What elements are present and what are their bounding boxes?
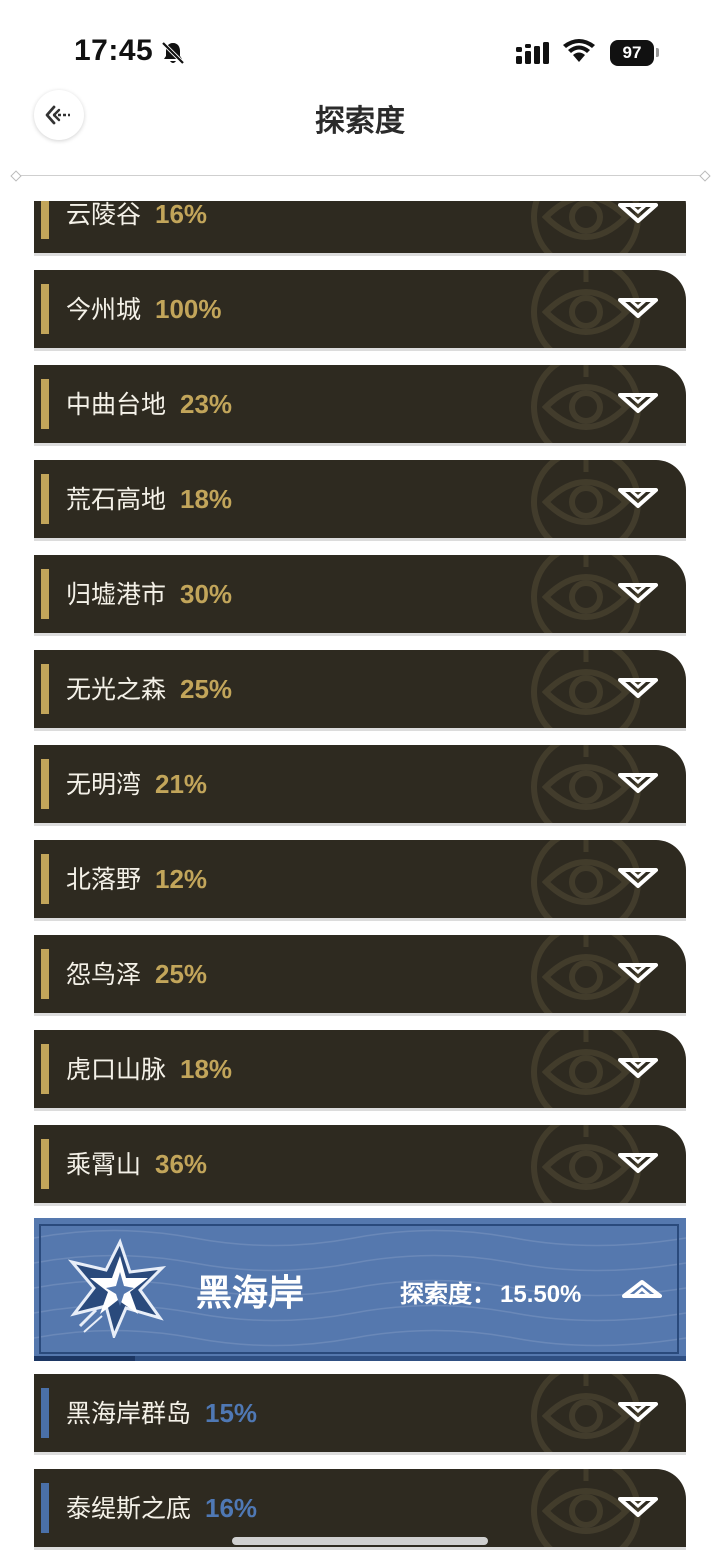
area-name-line: 乘霄山 36% [66,1145,207,1181]
area-row[interactable]: 荒石高地 18% [34,460,686,538]
divider-ornament-right [699,170,711,182]
chevron-down-icon[interactable] [618,1151,658,1177]
exploration-list: 云陵谷 16% 今州城 100% 中曲台地 23% 荒石高地 18% 归墟港市 30% 无光之森 25… [0,201,720,1561]
header-divider [16,175,704,176]
area-percent: 16% [205,1493,258,1523]
region-header-black-shores[interactable]: 黑海岸 探索度： 15.50% [34,1218,686,1361]
row-accent-bar [41,284,49,334]
area-percent: 30% [180,579,233,609]
area-name-line: 今州城 100% [66,290,222,326]
row-accent-bar [41,379,49,429]
home-indicator[interactable] [232,1537,488,1545]
row-accent-bar [41,759,49,809]
area-name: 无光之森 [66,675,167,704]
area-name: 无明湾 [66,770,142,799]
area-percent: 15% [205,1398,258,1428]
chevron-down-icon[interactable] [618,1495,658,1521]
area-name-line: 怨鸟泽 25% [66,955,207,991]
row-accent-bar [41,1139,49,1189]
area-percent: 12% [155,864,208,894]
row-accent-bar [41,1044,49,1094]
area-percent: 18% [180,1054,233,1084]
bell-muted-icon [161,41,185,65]
cellular-signal-icon [516,42,549,64]
region-progress-fill [34,1356,136,1361]
chevron-up-icon[interactable] [622,1276,662,1300]
row-accent-bar [41,474,49,524]
area-percent: 25% [180,674,233,704]
star-emblem-icon [67,1238,167,1338]
chevron-down-icon[interactable] [618,1400,658,1426]
row-accent-bar [41,569,49,619]
row-accent-bar [41,1388,49,1438]
region-exploration-label: 探索度： 15.50% [400,1274,581,1309]
chevron-down-icon[interactable] [618,1056,658,1082]
battery-tip [656,48,659,57]
row-accent-bar [41,664,49,714]
chevron-down-icon[interactable] [618,201,658,227]
area-percent: 25% [155,959,208,989]
area-name-line: 无光之森 25% [66,670,232,706]
wifi-icon [563,39,595,62]
region-label-text: 探索度： [400,1280,496,1308]
chevron-down-icon[interactable] [618,391,658,417]
row-accent-bar [41,854,49,904]
row-accent-bar [41,1483,49,1533]
area-row[interactable]: 云陵谷 16% [34,201,686,253]
area-name: 今州城 [66,295,142,324]
area-row[interactable]: 中曲台地 23% [34,365,686,443]
battery-indicator: 97 [610,40,654,66]
row-accent-bar [41,949,49,999]
area-row[interactable]: 无明湾 21% [34,745,686,823]
region-name: 黑海岸 [196,1273,305,1314]
area-row[interactable]: 北落野 12% [34,840,686,918]
area-row[interactable]: 怨鸟泽 25% [34,935,686,1013]
chevron-down-icon[interactable] [618,961,658,987]
chevron-down-icon[interactable] [618,486,658,512]
area-name-line: 中曲台地 23% [66,385,232,421]
area-name: 荒石高地 [66,485,167,514]
area-percent: 23% [180,389,233,419]
divider-ornament-left [10,170,22,182]
chevron-down-icon[interactable] [618,771,658,797]
area-name-line: 无明湾 21% [66,765,207,801]
chevron-down-icon[interactable] [618,866,658,892]
area-row[interactable]: 黑海岸群岛 15% [34,1374,686,1452]
area-name: 怨鸟泽 [66,960,142,989]
area-name: 归墟港市 [66,580,167,609]
row-accent-bar [41,201,49,239]
area-row[interactable]: 归墟港市 30% [34,555,686,633]
area-name-line: 泰缇斯之底 16% [66,1489,257,1525]
status-time: 17:45 [74,34,154,67]
area-row[interactable]: 乘霄山 36% [34,1125,686,1203]
area-name-line: 黑海岸群岛 15% [66,1394,257,1430]
area-name-line: 归墟港市 30% [66,575,232,611]
page-title: 探索度 [315,104,405,139]
area-name: 云陵谷 [66,201,142,229]
chevron-down-icon[interactable] [618,296,658,322]
area-percent: 100% [155,294,222,324]
area-name: 中曲台地 [66,390,167,419]
chevron-down-icon[interactable] [618,676,658,702]
area-name: 乘霄山 [66,1150,142,1179]
area-percent: 21% [155,769,208,799]
area-name: 虎口山脉 [66,1055,167,1084]
area-row[interactable]: 虎口山脉 18% [34,1030,686,1108]
area-name: 北落野 [66,865,142,894]
area-row[interactable]: 无光之森 25% [34,650,686,728]
area-name-line: 荒石高地 18% [66,480,232,516]
area-name: 黑海岸群岛 [66,1399,192,1428]
area-percent: 18% [180,484,233,514]
area-percent: 16% [155,201,208,229]
area-name-line: 北落野 12% [66,860,207,896]
area-percent: 36% [155,1149,208,1179]
area-name-line: 虎口山脉 18% [66,1050,232,1086]
status-bar: 17:45 97 [0,0,720,90]
area-name: 泰缇斯之底 [66,1494,192,1523]
area-row[interactable]: 今州城 100% [34,270,686,348]
region-percent: 15.50% [500,1281,582,1308]
area-name-line: 云陵谷 16% [66,201,207,231]
area-row[interactable]: 泰缇斯之底 16% [34,1469,686,1547]
chevron-down-icon[interactable] [618,581,658,607]
